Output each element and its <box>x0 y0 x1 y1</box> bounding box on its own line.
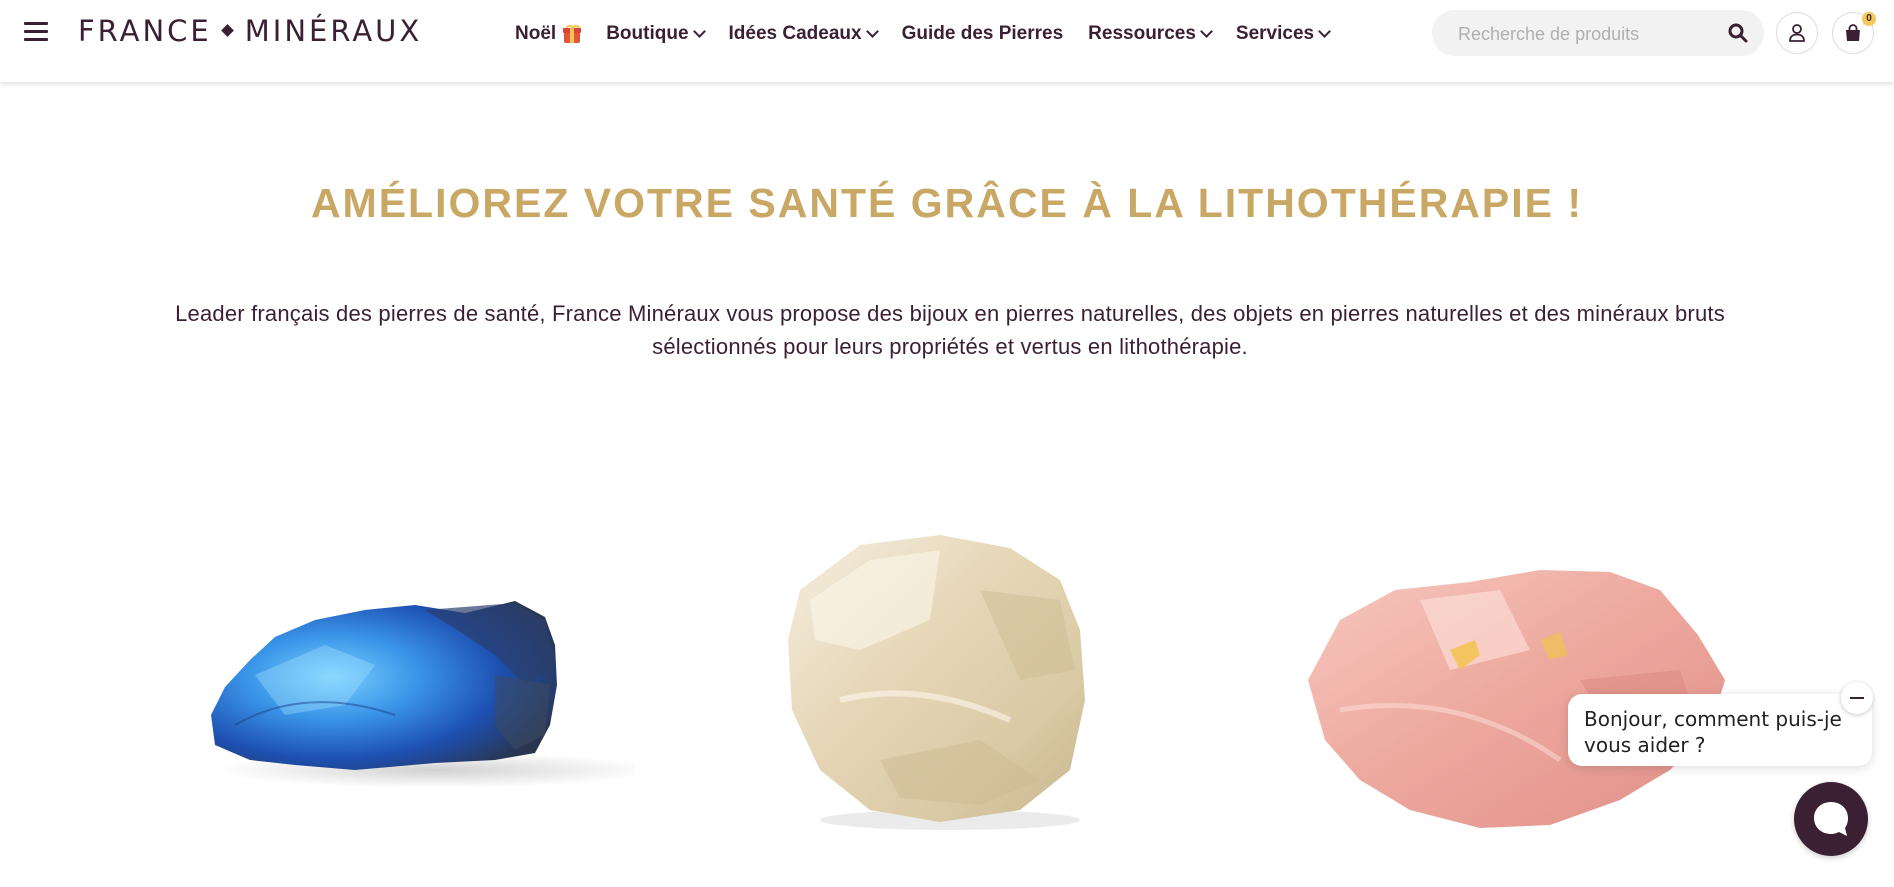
chevron-down-icon <box>1318 24 1331 38</box>
search-input[interactable] <box>1456 10 1720 58</box>
search-icon[interactable] <box>1728 23 1748 43</box>
hamburger-menu-icon[interactable] <box>24 22 48 42</box>
chevron-down-icon <box>1200 24 1213 38</box>
nav-item-guide-des-pierres[interactable]: Guide des Pierres <box>902 23 1064 45</box>
moonstone-image[interactable] <box>780 530 1110 835</box>
cart-count-badge: 0 <box>1862 12 1876 26</box>
site-logo[interactable]: FRANCE MINÉRAUX <box>78 14 422 48</box>
chat-greeting-bubble[interactable]: Bonjour, comment puis-je vous aider ? <box>1568 694 1872 766</box>
chevron-down-icon <box>865 24 879 38</box>
nav-item-label: Ressources <box>1088 23 1196 44</box>
page-title: AMÉLIOREZ VOTRE SANTÉ GRÂCE À LA LITHOTH… <box>310 180 1584 226</box>
nav-item-services[interactable]: Services <box>1235 23 1331 45</box>
nav-item-noel[interactable]: Noël <box>515 23 582 45</box>
main-nav: Noël Boutique Idées Cadeaux Guide des Pi… <box>515 22 1354 46</box>
labradorite-stone-image[interactable] <box>195 565 635 795</box>
gift-icon <box>563 25 582 43</box>
logo-text-left: FRANCE <box>78 14 212 48</box>
nav-item-boutique[interactable]: Boutique <box>606 23 706 45</box>
nav-item-idees-cadeaux[interactable]: Idées Cadeaux <box>728 23 879 45</box>
logo-text-right: MINÉRAUX <box>244 14 423 48</box>
nav-item-label: Guide des Pierres <box>901 23 1064 44</box>
user-icon <box>1789 24 1805 42</box>
search-bar <box>1432 10 1764 58</box>
shopping-bag-icon <box>1846 24 1860 41</box>
account-button[interactable] <box>1776 12 1818 54</box>
nav-item-ressources[interactable]: Ressources <box>1088 23 1213 45</box>
chevron-down-icon <box>692 24 706 38</box>
logo-diamond-icon <box>220 23 234 37</box>
chat-launcher-button[interactable] <box>1794 782 1868 856</box>
chat-bubble-icon <box>1814 802 1848 836</box>
chat-greeting-text: Bonjour, comment puis-je vous aider ? <box>1584 707 1842 757</box>
nav-item-label: Boutique <box>606 23 689 44</box>
site-header: FRANCE MINÉRAUX Noël Boutique Idées Cadea… <box>0 0 1894 82</box>
nav-item-label: Idées Cadeaux <box>728 23 862 44</box>
nav-item-label: Services <box>1235 23 1315 44</box>
chat-minimize-icon[interactable] <box>1841 682 1873 714</box>
nav-item-label: Noël <box>515 23 557 44</box>
intro-text: Leader français des pierres de santé, Fr… <box>175 301 1725 359</box>
